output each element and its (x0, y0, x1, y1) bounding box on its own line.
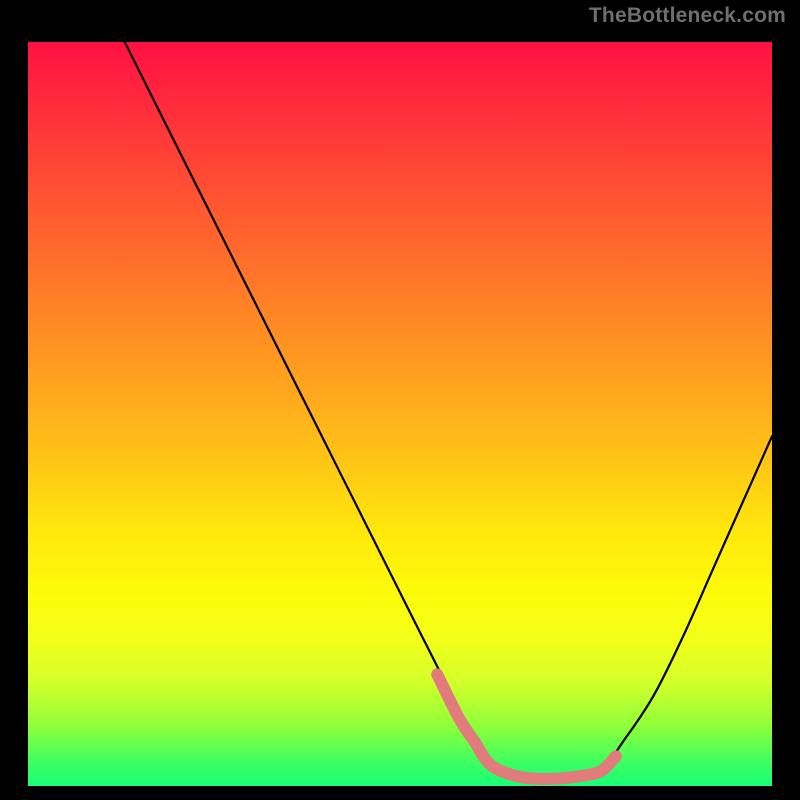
bottleneck-highlight (437, 674, 616, 779)
chart-frame (14, 28, 784, 798)
bottleneck-curve (125, 42, 772, 779)
chart-svg (28, 42, 772, 786)
watermark-text: TheBottleneck.com (589, 4, 786, 28)
chart-background-gradient (28, 42, 772, 786)
